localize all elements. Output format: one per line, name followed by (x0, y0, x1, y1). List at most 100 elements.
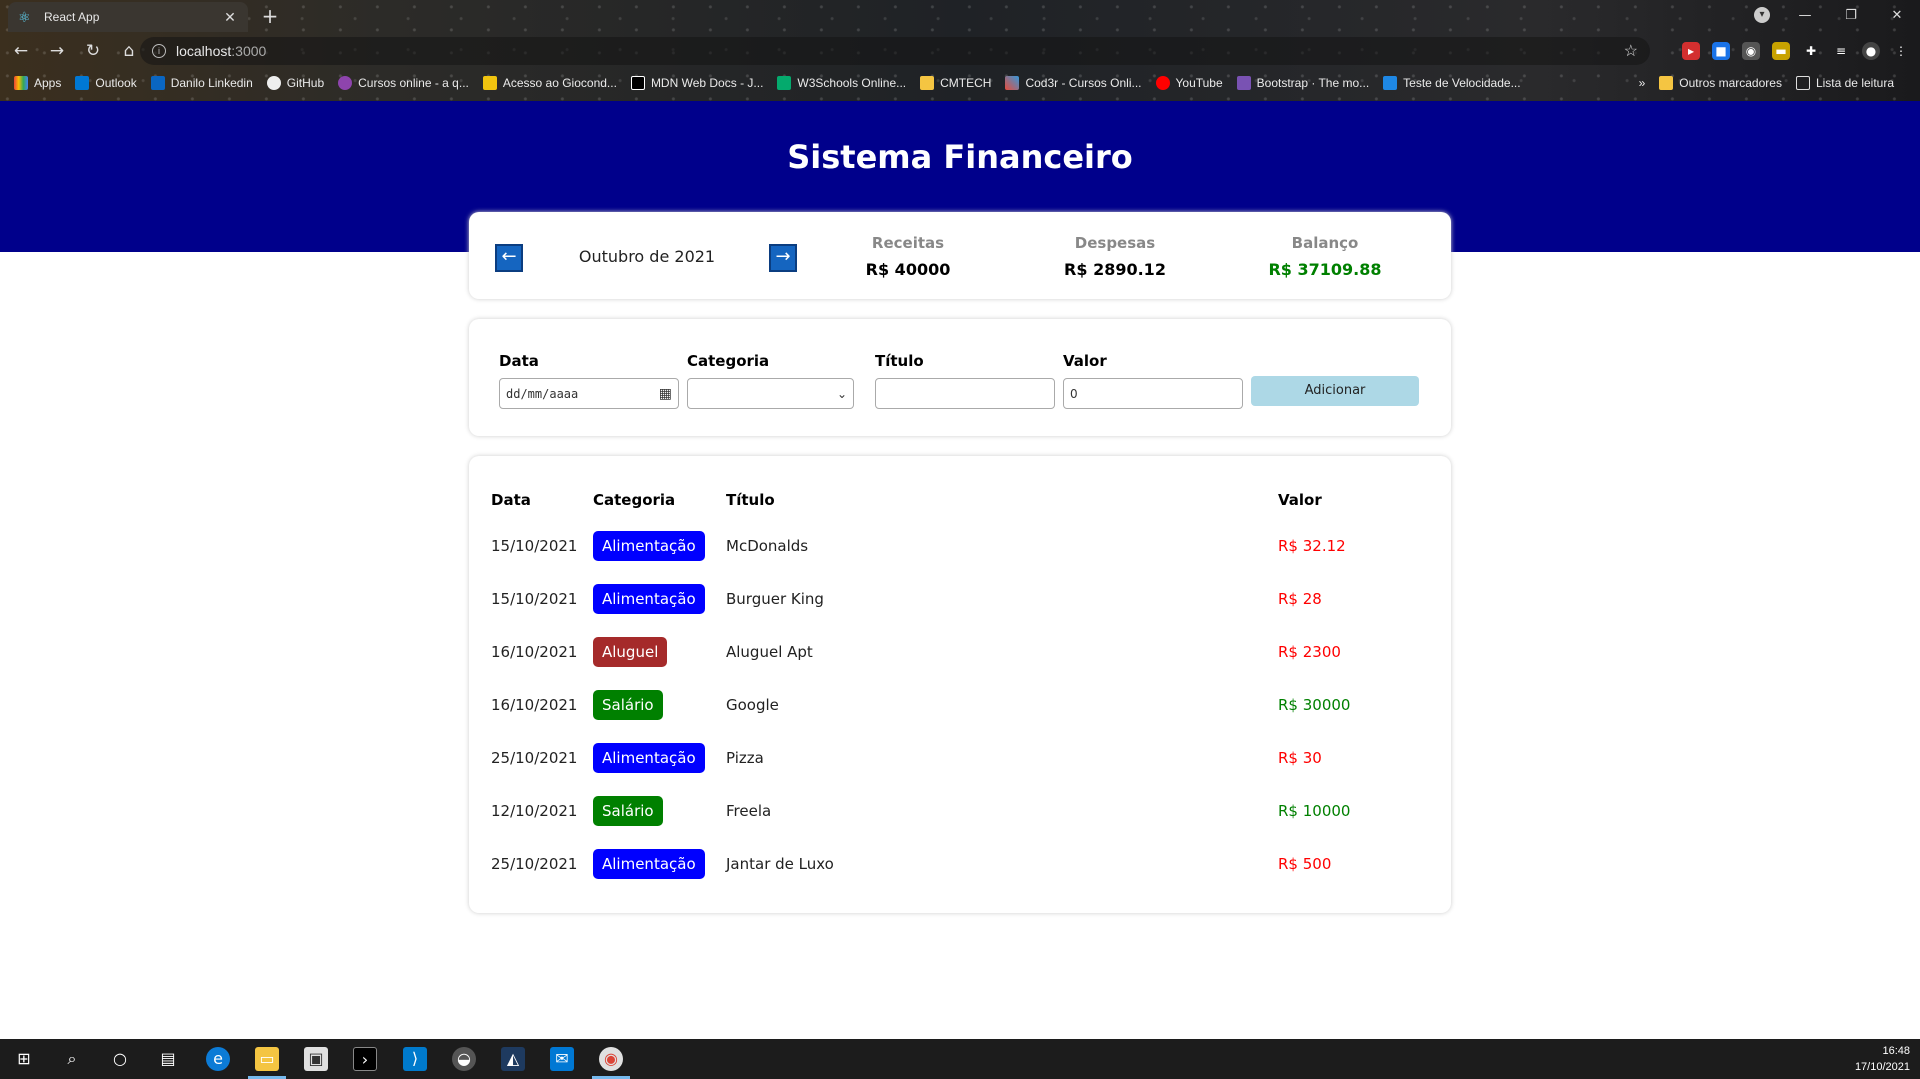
file-explorer-icon[interactable]: ▭ (255, 1047, 279, 1071)
date-label: Data (499, 352, 539, 370)
back-icon[interactable]: ← (6, 41, 36, 61)
title-input[interactable] (875, 378, 1055, 409)
date-input[interactable]: dd/mm/aaaa ▦ (499, 378, 679, 409)
category-badge: Alimentação (593, 849, 705, 879)
table-row: 15/10/2021 Alimentação McDonalds R$ 32.1… (469, 531, 1451, 571)
store-icon[interactable]: ▣ (304, 1047, 328, 1071)
new-tab-button[interactable]: + (258, 5, 282, 29)
bookmarks-overflow-button[interactable]: » (1639, 76, 1646, 90)
extension-icon[interactable]: ◉ (1742, 42, 1760, 60)
extensions-puzzle-icon[interactable]: ✚ (1802, 42, 1820, 60)
category-select[interactable]: ⌄ (687, 378, 854, 409)
add-button[interactable]: Adicionar (1251, 376, 1419, 406)
bookmark-cursos[interactable]: Cursos online - a q... (338, 76, 469, 90)
vscode-icon[interactable]: ⟩ (403, 1047, 427, 1071)
row-category: Aluguel (593, 637, 668, 667)
row-title: McDonalds (726, 537, 809, 555)
category-badge: Alimentação (593, 743, 705, 773)
profile-avatar[interactable]: ● (1862, 42, 1880, 60)
table-row: 25/10/2021 Alimentação Pizza R$ 30 (469, 743, 1451, 783)
browser-tab[interactable]: ⚛ React App ✕ (8, 2, 248, 32)
bookmark-mdn[interactable]: MDN Web Docs - J... (630, 76, 763, 90)
reload-icon[interactable]: ↻ (78, 41, 108, 61)
category-badge: Alimentação (593, 584, 705, 614)
minimize-icon[interactable]: — (1782, 8, 1828, 23)
tab-title: React App (44, 10, 100, 24)
header-title: Título (726, 491, 775, 509)
bookmark-speedtest[interactable]: Teste de Velocidade... (1383, 76, 1521, 90)
cortana-icon[interactable]: ○ (108, 1047, 132, 1071)
terminal-icon[interactable]: › (353, 1047, 377, 1071)
bookmark-w3schools[interactable]: W3Schools Online... (777, 76, 906, 90)
reading-list-icon[interactable]: ≡ (1832, 42, 1850, 60)
app-icon[interactable]: ◒ (452, 1047, 476, 1071)
windows-start-icon[interactable]: ⊞ (12, 1047, 36, 1071)
bookmark-linkedin[interactable]: Danilo Linkedin (150, 76, 253, 90)
bookmark-other[interactable]: Outros marcadores (1659, 76, 1782, 90)
bookmark-star-icon[interactable]: ☆ (1624, 41, 1638, 61)
category-badge: Aluguel (593, 637, 668, 667)
row-date: 16/10/2021 (491, 643, 578, 661)
apps-grid-icon (14, 76, 28, 90)
previous-month-button[interactable]: ← (495, 244, 523, 272)
chrome-icon[interactable]: ◉ (599, 1047, 623, 1071)
address-bar[interactable]: i localhost:3000 ☆ (140, 37, 1650, 65)
row-date: 15/10/2021 (491, 590, 578, 608)
date-placeholder: dd/mm/aaaa (506, 386, 579, 401)
row-date: 15/10/2021 (491, 537, 578, 555)
title-label: Título (875, 352, 924, 370)
browser-chrome: ⚛ React App ✕ + ▾ — ❐ ✕ ← → ↻ ⌂ i localh… (0, 0, 1920, 101)
mail-icon[interactable]: ✉ (550, 1047, 574, 1071)
bookmark-bootstrap[interactable]: Bootstrap · The mo... (1236, 76, 1369, 90)
site-info-icon[interactable]: i (152, 44, 166, 58)
menu-icon[interactable]: ⋮ (1892, 42, 1910, 60)
value-input[interactable]: 0 (1063, 378, 1243, 409)
restore-icon[interactable]: ❐ (1828, 8, 1874, 23)
clock-date: 17/10/2021 (1854, 1061, 1910, 1073)
input-form: Data dd/mm/aaaa ▦ Categoria ⌄ Título Val… (469, 319, 1451, 436)
close-window-icon[interactable]: ✕ (1874, 8, 1920, 23)
balance-value: R$ 37109.88 (1268, 260, 1382, 279)
row-category: Alimentação (593, 849, 705, 879)
bookmark-github[interactable]: GitHub (266, 76, 324, 90)
row-value: R$ 30 (1278, 749, 1322, 767)
extension-icon[interactable]: ▸ (1682, 42, 1700, 60)
reading-list-button[interactable]: Lista de leitura (1795, 76, 1894, 90)
next-month-button[interactable]: → (769, 244, 797, 272)
linkedin-icon (150, 76, 165, 90)
url-port: :3000 (231, 43, 267, 59)
close-tab-icon[interactable]: ✕ (222, 9, 238, 26)
extension-icon[interactable]: ▬ (1772, 42, 1790, 60)
reading-list-icon (1795, 76, 1810, 90)
github-icon (266, 76, 281, 90)
extension-icon[interactable]: ■ (1712, 42, 1730, 60)
tab-search-icon[interactable]: ▾ (1754, 7, 1770, 23)
bookmark-cod3r[interactable]: Cod3r - Cursos Onli... (1005, 76, 1142, 90)
forward-icon[interactable]: → (42, 41, 72, 61)
current-month: Outubro de 2021 (578, 247, 716, 266)
value-label: Valor (1063, 352, 1107, 370)
bookmark-youtube[interactable]: YouTube (1155, 76, 1223, 90)
category-badge: Alimentação (593, 531, 705, 561)
search-icon[interactable]: ⌕ (60, 1047, 84, 1071)
bookmark-apps[interactable]: Apps (14, 76, 61, 90)
calendar-icon[interactable]: ▦ (659, 386, 672, 402)
task-view-icon[interactable]: ▤ (156, 1047, 180, 1071)
mdn-icon (630, 76, 645, 90)
system-clock[interactable]: 16:48 17/10/2021 (1855, 1043, 1910, 1075)
w3schools-icon (777, 76, 792, 90)
edge-icon[interactable]: e (206, 1047, 230, 1071)
bookmark-outlook[interactable]: Outlook (75, 76, 137, 90)
bookmark-giocond[interactable]: Acesso ao Giocond... (482, 76, 617, 90)
row-date: 25/10/2021 (491, 855, 578, 873)
tab-strip: ⚛ React App ✕ + ▾ — ❐ ✕ (0, 0, 1920, 32)
bookmark-cmtech[interactable]: CMTECH (920, 76, 991, 90)
bookmarks-bar: Apps Outlook Danilo Linkedin GitHub Curs… (0, 70, 1920, 96)
folder-icon (1659, 76, 1674, 90)
page-title: Sistema Financeiro (787, 138, 1133, 176)
table-row: 15/10/2021 Alimentação Burguer King R$ 2… (469, 584, 1451, 624)
app-icon[interactable]: ◭ (501, 1047, 525, 1071)
date-field: Data dd/mm/aaaa ▦ (499, 352, 679, 409)
table-row: 12/10/2021 Salário Freela R$ 10000 (469, 796, 1451, 836)
row-value: R$ 28 (1278, 590, 1322, 608)
